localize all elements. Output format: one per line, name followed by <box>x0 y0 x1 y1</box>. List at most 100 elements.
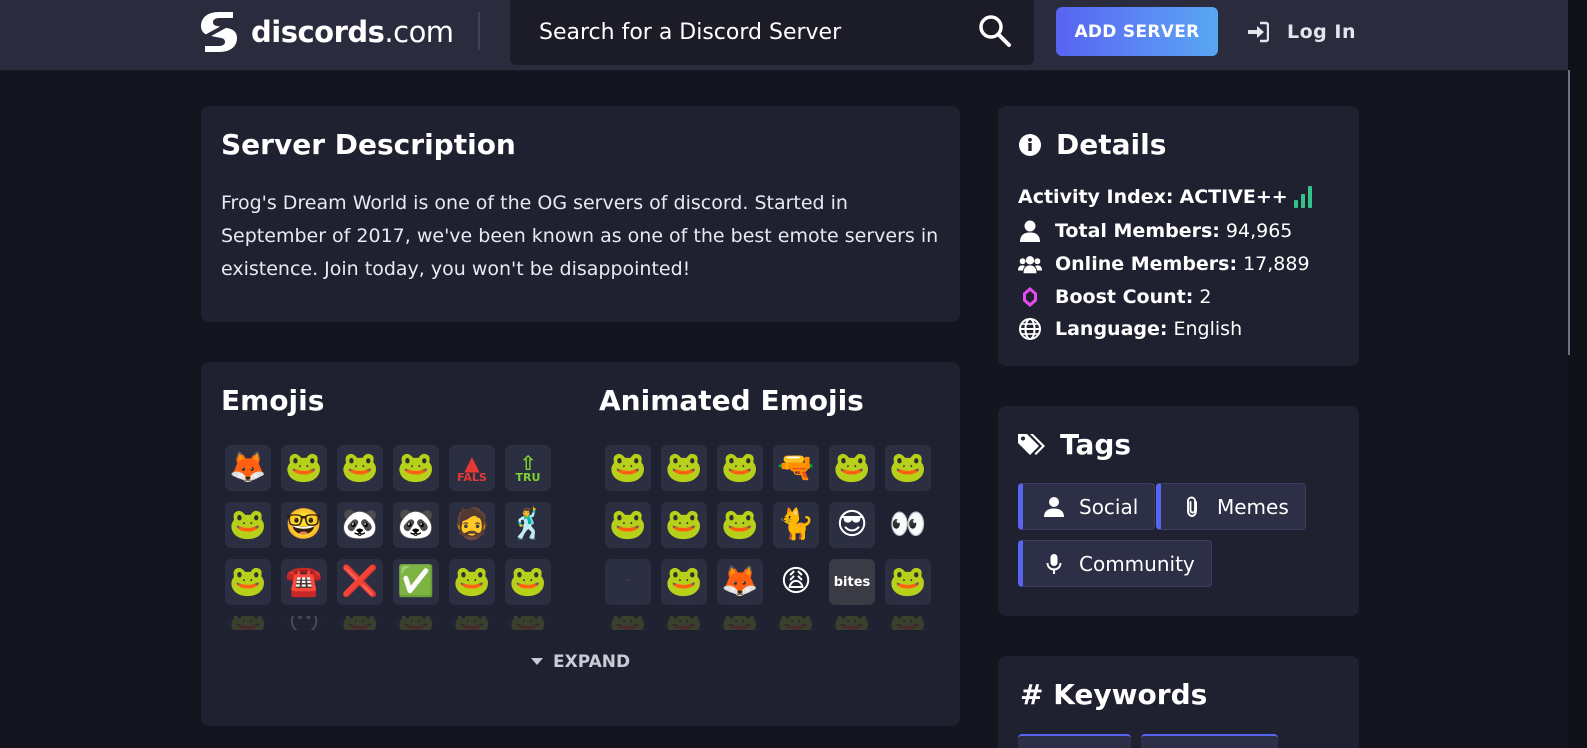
emoji-item[interactable]: 🐸 <box>337 445 383 491</box>
discords-logo-icon <box>201 12 237 52</box>
language-label: Language: <box>1055 318 1168 340</box>
server-description-text: Frog's Dream World is one of the OG serv… <box>221 192 939 280</box>
login-label: Log In <box>1287 21 1356 43</box>
animated-emoji-item[interactable]: 😩 <box>773 559 819 605</box>
animated-emoji-item-faded: 🐸 <box>605 616 651 630</box>
animated-emoji-item[interactable]: 🐸 <box>605 445 651 491</box>
language-value: English <box>1173 318 1243 340</box>
animated-emoji-item[interactable]: 🐸 <box>661 559 707 605</box>
details-header: Details <box>1018 128 1166 161</box>
emoji-item-faded: 🐸 <box>505 616 551 630</box>
header-divider <box>478 12 480 50</box>
emoji-item-faded: 🐸 <box>393 616 439 630</box>
tags-card: Tags Social Memes Community <box>998 406 1359 616</box>
server-description-card: Server Description Frog's Dream World is… <box>201 106 960 322</box>
login-link[interactable]: Log In <box>1247 17 1356 47</box>
site-logo[interactable]: discords.com <box>199 10 454 54</box>
animated-emoji-item[interactable]: 🐸 <box>717 445 763 491</box>
emoji-item-faded: 🐸 <box>225 616 271 630</box>
animated-emoji-item[interactable]: · <box>605 559 651 605</box>
emoji-item[interactable]: 🐸 <box>505 559 551 605</box>
keyword-chip[interactable] <box>1018 734 1131 748</box>
activity-index-label: Activity Index: <box>1018 186 1174 208</box>
top-navbar: discords.com ADD SERVER Log In <box>0 0 1568 71</box>
animated-emoji-item[interactable]: 🐸 <box>661 445 707 491</box>
emoji-item-faded: 🐸 <box>449 616 495 630</box>
add-server-button[interactable]: ADD SERVER <box>1056 7 1218 56</box>
emoji-item[interactable]: 🐸 <box>225 559 271 605</box>
emoji-item[interactable]: ❌ <box>337 559 383 605</box>
logo-brand: discords <box>251 15 385 49</box>
boost-gem-icon <box>1018 286 1042 308</box>
red-arrow-icon: ▲ <box>464 450 480 475</box>
microphone-icon <box>1046 553 1062 574</box>
animated-emoji-item[interactable]: 🐸 <box>885 559 931 605</box>
emoji-item[interactable]: ✅ <box>393 559 439 605</box>
tag-label: Memes <box>1217 494 1289 519</box>
emoji-item[interactable]: 🧔 <box>449 502 495 548</box>
page-scrollbar-thumb[interactable] <box>1568 70 1570 355</box>
info-circle-icon <box>1019 133 1041 156</box>
animated-emoji-item[interactable]: 🐸 <box>605 502 651 548</box>
animated-emoji-item[interactable]: 🐸 <box>717 502 763 548</box>
details-card: Details Activity Index: ACTIVE++ Total M… <box>998 106 1359 366</box>
animated-emoji-grid: 🐸 🐸 🐸 🔫 🐸 🐸 🐸 🐸 🐸 🐈 😎 👀 · 🐸 🦊 😩 bites 🐸 … <box>605 445 931 662</box>
emoji-item[interactable]: ☎️ <box>281 559 327 605</box>
globe-icon <box>1018 318 1042 340</box>
boost-count-label: Boost Count: <box>1055 286 1194 308</box>
animated-emoji-item[interactable]: 🦊 <box>717 559 763 605</box>
boost-count-value: 2 <box>1199 286 1212 308</box>
page-scrollbar-track[interactable] <box>1568 0 1587 748</box>
animated-emoji-item[interactable]: 👀 <box>885 502 931 548</box>
emoji-item-faded: 😶 <box>281 616 327 630</box>
emojis-card: Emojis Animated Emojis 🦊 🐸 🐸 🐸 ▲ FALS ⇧ TR… <box>201 362 960 726</box>
tags-header: Tags <box>1018 428 1131 461</box>
emoji-item[interactable]: 🐼 <box>393 502 439 548</box>
animated-emoji-item[interactable]: 🔫 <box>773 445 819 491</box>
animated-emoji-item[interactable]: 🐈 <box>773 502 819 548</box>
animated-emoji-item[interactable]: bites <box>829 559 875 605</box>
emoji-item[interactable]: 🐸 <box>281 445 327 491</box>
emoji-item[interactable]: ▲ FALS <box>449 445 495 491</box>
logo-text: discords.com <box>251 15 454 49</box>
emoji-item[interactable]: 🐼 <box>337 502 383 548</box>
online-members-row: Online Members: 17,889 <box>1018 253 1310 275</box>
emoji-item[interactable]: 🕺 <box>505 502 551 548</box>
total-members-value: 94,965 <box>1225 220 1293 242</box>
animated-emojis-title: Animated Emojis <box>599 384 864 417</box>
emoji-item[interactable]: 🤓 <box>281 502 327 548</box>
animated-emoji-item-faded: 🐸 <box>829 616 875 630</box>
animated-emoji-item-faded: 🐸 <box>773 616 819 630</box>
animated-emoji-item[interactable]: 😎 <box>829 502 875 548</box>
expand-label: EXPAND <box>553 652 631 672</box>
user-icon <box>1044 496 1064 517</box>
tag-community[interactable]: Community <box>1018 540 1212 587</box>
search-input[interactable] <box>539 20 959 45</box>
paperclip-icon <box>1187 496 1197 517</box>
emoji-item[interactable]: 🐸 <box>225 502 271 548</box>
tag-social[interactable]: Social <box>1018 483 1156 530</box>
logo-domain: .com <box>384 15 454 49</box>
search-bar <box>510 0 1034 65</box>
keyword-chip[interactable] <box>1141 734 1278 748</box>
total-members-label: Total Members: <box>1055 220 1220 242</box>
emoji-item[interactable]: 🦊 <box>225 445 271 491</box>
animated-emoji-item[interactable]: 🐸 <box>661 502 707 548</box>
animated-emoji-item[interactable]: 🐸 <box>885 445 931 491</box>
animated-emoji-item-faded: 🐸 <box>717 616 763 630</box>
search-icon[interactable] <box>978 14 1012 48</box>
emoji-item[interactable]: 🐸 <box>449 559 495 605</box>
emoji-item[interactable]: ⇧ TRU <box>505 445 551 491</box>
expand-emojis-button[interactable]: EXPAND <box>531 652 630 672</box>
keywords-title: # Keywords <box>1020 678 1208 711</box>
activity-index-value: ACTIVE++ <box>1179 186 1288 208</box>
emoji-item[interactable]: 🐸 <box>393 445 439 491</box>
animated-emoji-item[interactable]: 🐸 <box>829 445 875 491</box>
animated-emoji-item-faded: 🐸 <box>885 616 931 630</box>
server-description-title: Server Description <box>221 128 516 161</box>
emoji-item-faded: 🐸 <box>337 616 383 630</box>
online-members-label: Online Members: <box>1055 253 1238 275</box>
activity-bars-icon <box>1293 186 1315 208</box>
users-icon <box>1018 253 1042 275</box>
tag-memes[interactable]: Memes <box>1156 483 1306 530</box>
